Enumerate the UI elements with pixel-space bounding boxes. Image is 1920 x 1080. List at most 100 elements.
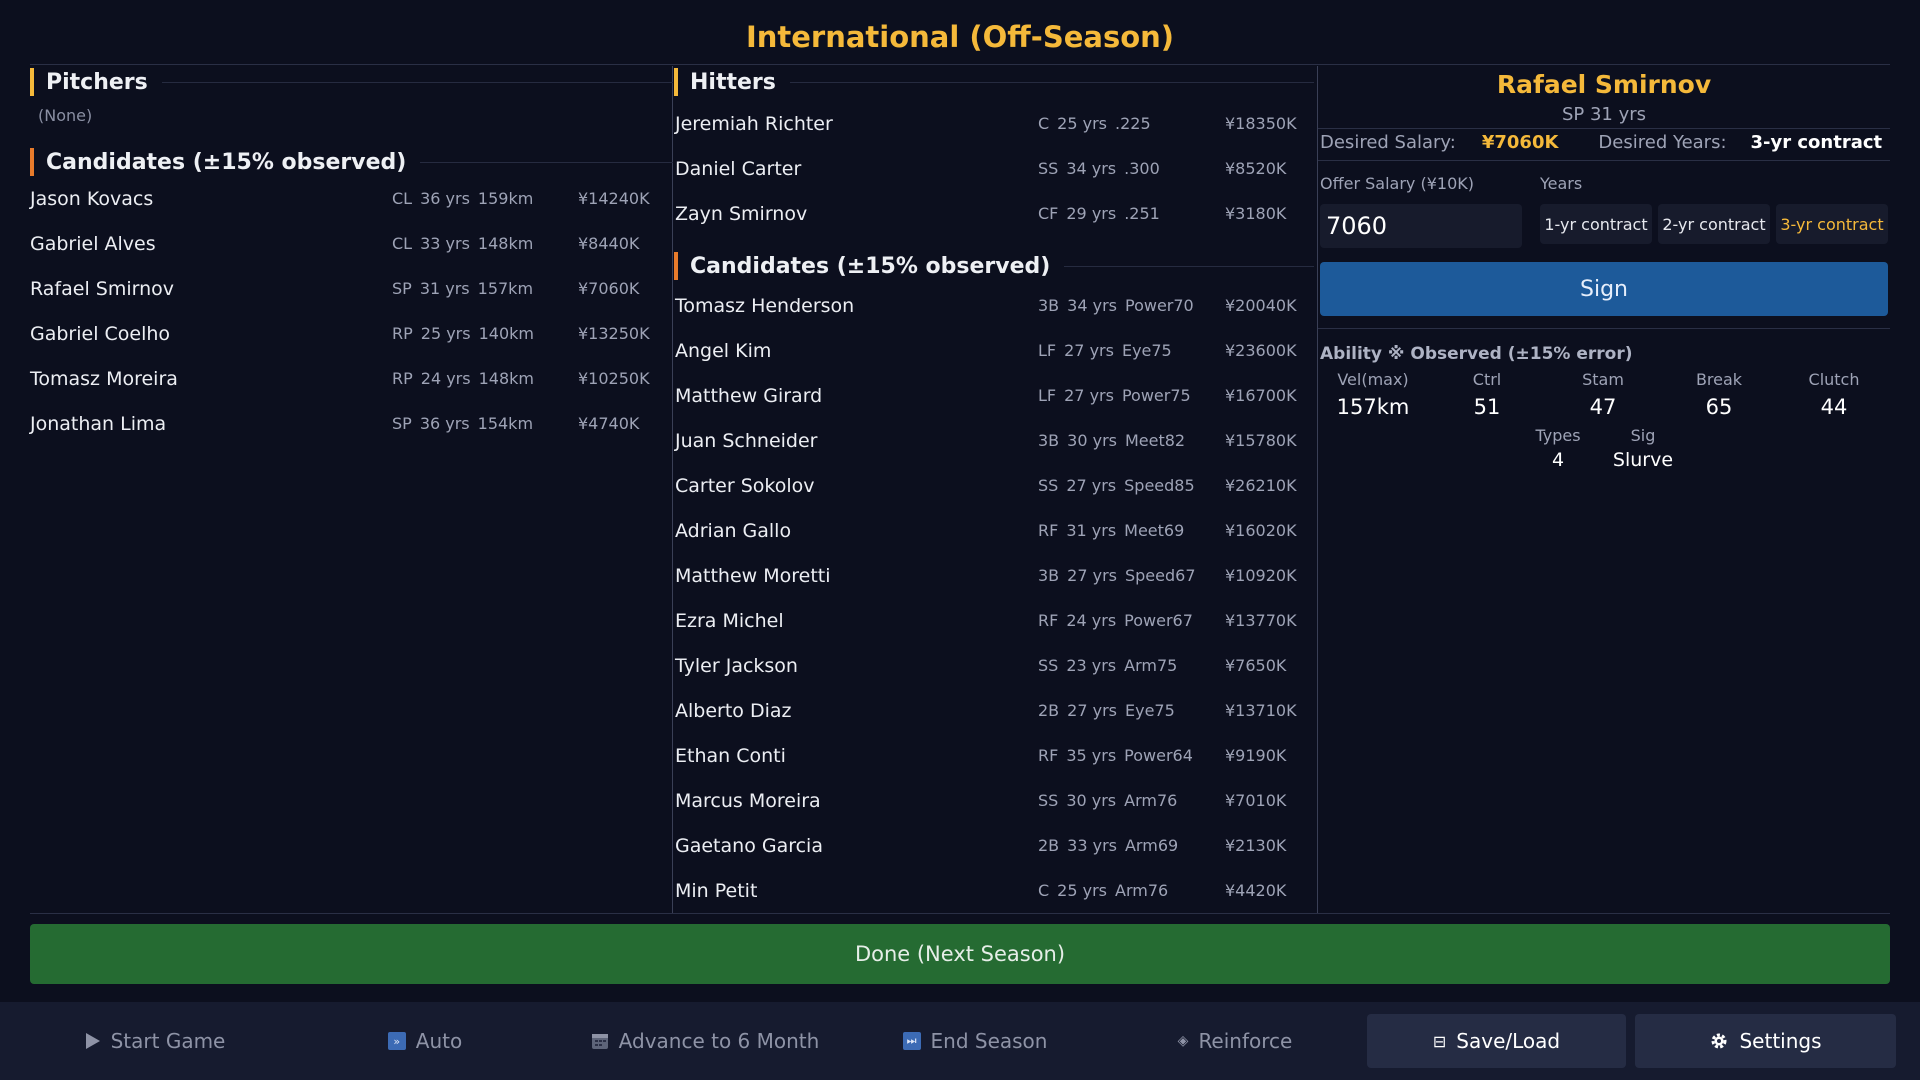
player-age: 29 yrs — [1066, 204, 1117, 223]
player-name: Jason Kovacs — [30, 187, 154, 210]
player-age: 27 yrs — [1064, 341, 1114, 360]
player-meta: SP 36 yrs 154km — [392, 414, 533, 433]
player-age: 33 yrs — [420, 234, 470, 253]
player-pos: SP — [392, 414, 412, 433]
player-pos: SS — [1038, 791, 1059, 810]
player-row[interactable]: Daniel Carter SS 34 yrs .300 ¥8520K — [675, 146, 1313, 191]
player-pos: 2B — [1038, 836, 1060, 855]
player-row[interactable]: Juan Schneider 3B 30 yrs Meet82 ¥15780K — [675, 418, 1313, 463]
player-pos: RP — [392, 324, 413, 343]
reinforce-button[interactable]: ◈ Reinforce — [1110, 1014, 1360, 1068]
save-load-button[interactable]: ⊟ Save/Load — [1367, 1014, 1626, 1068]
one-year-contract-button[interactable]: 1-yr contract — [1540, 204, 1652, 244]
player-stat: Speed85 — [1124, 476, 1195, 495]
fast-forward-icon: » — [387, 1032, 406, 1050]
player-stat: 148km — [477, 234, 534, 253]
auto-button[interactable]: » Auto — [300, 1014, 550, 1068]
player-name: Ezra Michel — [675, 609, 784, 632]
player-row[interactable]: Adrian Gallo RF 31 yrs Meet69 ¥16020K — [675, 508, 1313, 553]
player-salary: ¥10250K — [578, 369, 650, 388]
end-season-button[interactable]: ⏭ End Season — [850, 1014, 1100, 1068]
player-name: Alberto Diaz — [675, 699, 792, 722]
player-meta: LF 27 yrs Power75 — [1038, 386, 1191, 405]
player-row[interactable]: Jason Kovacs CL 36 yrs 159km ¥14240K — [30, 176, 670, 221]
player-name: Gabriel Coelho — [30, 322, 171, 345]
bottom-divider — [30, 913, 1890, 914]
player-row[interactable]: Jonathan Lima SP 36 yrs 154km ¥4740K — [30, 401, 670, 446]
sign-button[interactable]: Sign — [1320, 262, 1888, 316]
player-salary: ¥2130K — [1225, 836, 1287, 855]
player-name: Jeremiah Richter — [675, 112, 833, 135]
player-pos: CF — [1038, 204, 1059, 223]
player-pos: LF — [1038, 341, 1057, 360]
player-salary: ¥14240K — [578, 189, 650, 208]
player-row[interactable]: Matthew Girard LF 27 yrs Power75 ¥16700K — [675, 373, 1313, 418]
player-age: 36 yrs — [419, 414, 470, 433]
years-label: Years — [1540, 174, 1583, 193]
hitters-heading: Hitters — [674, 68, 1314, 96]
player-row[interactable]: Gaetano Garcia 2B 33 yrs Arm69 ¥2130K — [675, 823, 1313, 868]
player-row[interactable]: Zayn Smirnov CF 29 yrs .251 ¥3180K — [675, 191, 1313, 236]
bottom-toolbar: Start Game » Auto Advance to 6 Month ⏭ E… — [0, 1002, 1920, 1080]
player-stat: Power70 — [1124, 296, 1194, 315]
gear-icon — [1709, 1031, 1729, 1051]
player-salary: ¥16700K — [1225, 386, 1297, 405]
player-row[interactable]: Ezra Michel RF 24 yrs Power67 ¥13770K — [675, 598, 1313, 643]
stat-stamina: Stam 47 — [1582, 370, 1624, 419]
player-position-age: SP 31 yrs — [1561, 104, 1647, 125]
player-pos: C — [1038, 114, 1050, 133]
player-meta: 2B 33 yrs Arm69 — [1038, 836, 1178, 855]
player-salary: ¥10920K — [1225, 566, 1297, 585]
player-pos: SS — [1038, 656, 1059, 675]
start-game-button[interactable]: Start Game — [30, 1014, 280, 1068]
done-next-season-button[interactable]: Done (Next Season) — [30, 924, 1890, 984]
player-meta: SS 27 yrs Speed85 — [1038, 476, 1195, 495]
player-salary: ¥7010K — [1225, 791, 1287, 810]
player-pos: 2B — [1038, 701, 1060, 720]
offer-salary-input[interactable]: 7060 — [1320, 204, 1522, 248]
player-name: Tyler Jackson — [675, 654, 798, 677]
player-name: Matthew Girard — [675, 384, 823, 407]
player-salary: ¥3180K — [1225, 204, 1287, 223]
player-meta: CF 29 yrs .251 — [1038, 204, 1160, 223]
player-row[interactable]: Tomasz Moreira RP 24 yrs 148km ¥10250K — [30, 356, 670, 401]
player-row[interactable]: Angel Kim LF 27 yrs Eye75 ¥23600K — [675, 328, 1313, 373]
player-salary: ¥26210K — [1225, 476, 1297, 495]
player-stat: Arm76 — [1124, 791, 1178, 810]
player-name: Jonathan Lima — [30, 412, 167, 435]
player-salary: ¥7650K — [1225, 656, 1287, 675]
player-row[interactable]: Matthew Moretti 3B 27 yrs Speed67 ¥10920K — [675, 553, 1313, 598]
player-row[interactable]: Marcus Moreira SS 30 yrs Arm76 ¥7010K — [675, 778, 1313, 823]
hitter-candidates-heading: Candidates (±15% observed) — [674, 252, 1314, 280]
player-row[interactable]: Ethan Conti RF 35 yrs Power64 ¥9190K — [675, 733, 1313, 778]
ability-title: Ability ※ Observed (±15% error) — [1320, 344, 1633, 364]
player-stat: 159km — [477, 189, 534, 208]
player-age: 27 yrs — [1067, 566, 1117, 585]
player-age: 27 yrs — [1066, 476, 1117, 495]
player-row[interactable]: Carter Sokolov SS 27 yrs Speed85 ¥26210K — [675, 463, 1313, 508]
calendar-icon — [591, 1032, 609, 1050]
player-row[interactable]: Tomasz Henderson 3B 34 yrs Power70 ¥20040K — [675, 283, 1313, 328]
player-row[interactable]: Min Petit C 25 yrs Arm76 ¥4420K — [675, 868, 1313, 913]
player-row[interactable]: Tyler Jackson SS 23 yrs Arm75 ¥7650K — [675, 643, 1313, 688]
player-age: 24 yrs — [1066, 611, 1117, 630]
player-stat: 157km — [477, 279, 534, 298]
player-salary: ¥20040K — [1225, 296, 1297, 315]
two-year-contract-button[interactable]: 2-yr contract — [1658, 204, 1770, 244]
player-name: Tomasz Henderson — [675, 294, 855, 317]
settings-button[interactable]: Settings — [1635, 1014, 1896, 1068]
player-stat: Meet69 — [1124, 521, 1185, 540]
three-year-contract-button[interactable]: 3-yr contract — [1776, 204, 1888, 244]
player-stat: .300 — [1124, 159, 1160, 178]
player-row[interactable]: Jeremiah Richter C 25 yrs .225 ¥18350K — [675, 101, 1313, 146]
player-meta: 3B 27 yrs Speed67 — [1038, 566, 1196, 585]
player-row[interactable]: Gabriel Alves CL 33 yrs 148km ¥8440K — [30, 221, 670, 266]
player-pos: RF — [1038, 611, 1059, 630]
player-salary: ¥13710K — [1225, 701, 1297, 720]
player-row[interactable]: Gabriel Coelho RP 25 yrs 140km ¥13250K — [30, 311, 670, 356]
player-row[interactable]: Rafael Smirnov SP 31 yrs 157km ¥7060K — [30, 266, 670, 311]
player-stat: 154km — [477, 414, 534, 433]
advance-month-button[interactable]: Advance to 6 Month — [570, 1014, 840, 1068]
player-row[interactable]: Alberto Diaz 2B 27 yrs Eye75 ¥13710K — [675, 688, 1313, 733]
pitchers-heading: Pitchers — [30, 68, 673, 96]
